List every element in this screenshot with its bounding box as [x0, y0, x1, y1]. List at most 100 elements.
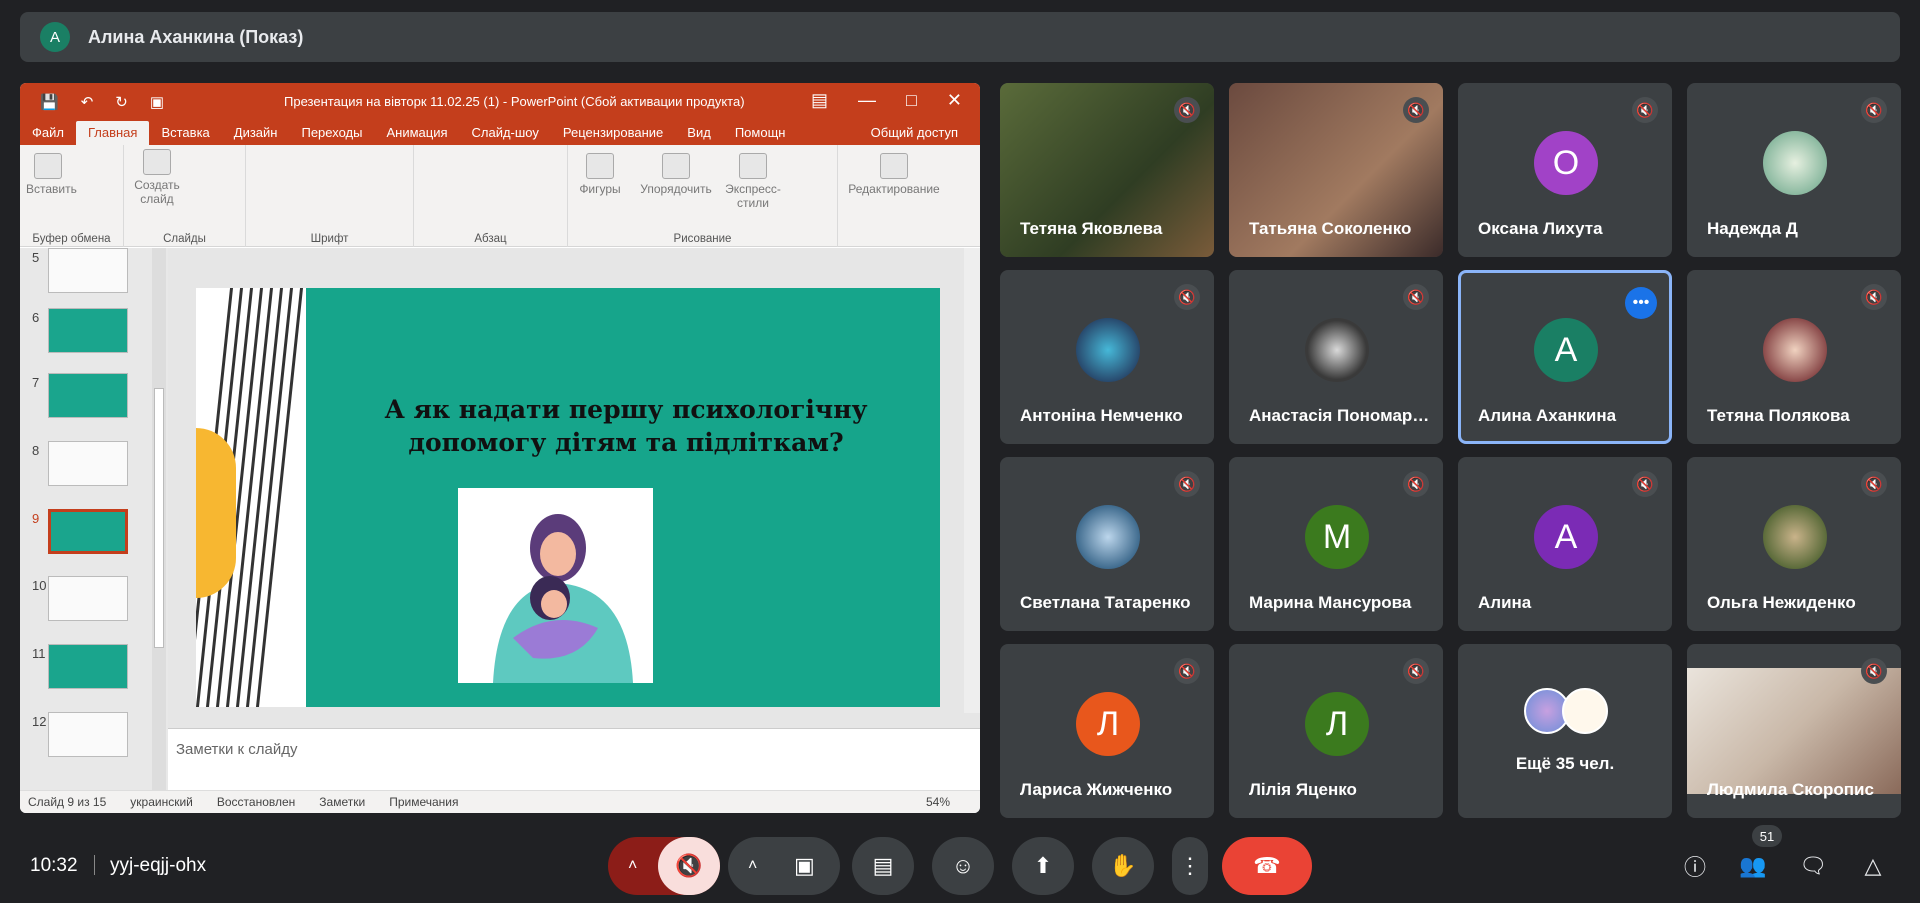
redo-icon[interactable]: ↻ — [115, 93, 128, 111]
avatar — [1076, 318, 1140, 382]
mic-off-icon: 🔇 — [1861, 97, 1887, 123]
ppt-tabs: Файл Главная Вставка Дизайн Переходы Ани… — [20, 121, 980, 145]
editing-button[interactable]: Редактирование — [840, 153, 948, 196]
comments-toggle[interactable]: Примечания — [389, 795, 458, 809]
participant-tile[interactable]: Л 🔇 Лілія Яценко — [1229, 644, 1443, 818]
avatar — [1076, 505, 1140, 569]
arrange-icon — [662, 153, 690, 179]
avatar — [1763, 318, 1827, 382]
present-button[interactable]: ⬆ — [1012, 837, 1074, 895]
express-styles-button[interactable]: Экспресс-стили — [724, 153, 782, 210]
participant-tile[interactable]: 🔇 Тетяна Полякова — [1687, 270, 1901, 444]
avatar — [1305, 318, 1369, 382]
maximize-icon[interactable]: □ — [906, 90, 917, 111]
present-icon: ⬆ — [1033, 853, 1053, 878]
notes-pane[interactable]: Заметки к слайду — [168, 728, 980, 790]
mic-off-icon: 🔇 — [1861, 284, 1887, 310]
activities-icon[interactable]: △ — [1856, 849, 1890, 883]
tab-slideshow[interactable]: Слайд-шоу — [460, 125, 551, 145]
minimize-icon[interactable]: — — [858, 90, 876, 111]
people-count-badge: 51 — [1752, 825, 1782, 847]
more-options-button[interactable]: ⋮ — [1172, 837, 1208, 895]
restore-ribbon-icon[interactable]: ▤ — [811, 90, 828, 111]
mic-off-icon: 🔇 — [1403, 471, 1429, 497]
ppt-ribbon: Вставить Буфер обмена Создать слайд Слай… — [20, 145, 980, 247]
participant-tile[interactable]: 🔇 Людмила Скоропис — [1687, 644, 1901, 818]
thumbs-scrollbar[interactable] — [152, 248, 166, 790]
presenter-label: Алина Аханкина (Показ) — [88, 26, 304, 47]
chevron-up-icon[interactable]: ˄ — [628, 857, 637, 875]
chat-icon[interactable]: 🗨 — [1796, 849, 1830, 883]
avatar: Л — [1305, 692, 1369, 756]
present-icon[interactable]: ▣ — [150, 93, 164, 111]
avatar: А — [1534, 505, 1598, 569]
tab-animation[interactable]: Анимация — [374, 125, 459, 145]
tab-design[interactable]: Дизайн — [222, 125, 290, 145]
undo-icon[interactable]: ↶ — [81, 93, 94, 111]
participant-tile[interactable]: 🔇 Ольга Нежиденко — [1687, 457, 1901, 631]
captions-button[interactable]: ▤ — [852, 837, 914, 895]
tab-review[interactable]: Рецензирование — [551, 125, 675, 145]
slide-thumb[interactable] — [48, 373, 128, 418]
zoom-level[interactable]: 54% — [926, 795, 950, 809]
group-drawing: Фигуры Упорядочить Экспресс-стили Рисова… — [568, 145, 838, 247]
info-icon[interactable]: ⓘ — [1678, 849, 1712, 883]
arrange-button[interactable]: Упорядочить — [634, 153, 718, 196]
tab-help[interactable]: Помощн — [723, 125, 798, 145]
current-slide[interactable]: А як надати першу психологічну допомогу … — [196, 288, 940, 707]
mic-off-button[interactable]: 🔇 — [658, 837, 720, 895]
slide-thumb[interactable] — [48, 308, 128, 353]
slide-thumb[interactable] — [48, 712, 128, 757]
slide-title: А як надати першу психологічну допомогу … — [384, 395, 868, 457]
group-slides: Создать слайд Слайды — [124, 145, 246, 247]
participant-tile[interactable]: 🔇 Татьяна Соколенко — [1229, 83, 1443, 257]
participant-tile[interactable]: М 🔇 Марина Мансурова — [1229, 457, 1443, 631]
paste-button[interactable]: Вставить — [26, 153, 77, 196]
avatar: А — [1534, 318, 1598, 382]
participant-tile[interactable]: А 🔇 Алина — [1458, 457, 1672, 631]
new-slide-button[interactable]: Создать слайд — [130, 149, 184, 206]
slide-thumb[interactable] — [48, 248, 128, 293]
tab-transitions[interactable]: Переходы — [289, 125, 374, 145]
participant-tile-selected[interactable]: А ••• Алина Аханкина — [1458, 270, 1672, 444]
hand-icon: ✋ — [1109, 853, 1137, 878]
slide-thumb[interactable] — [48, 441, 128, 486]
chevron-up-icon[interactable]: ˄ — [748, 857, 757, 875]
shapes-icon — [586, 153, 614, 179]
slide-thumb[interactable] — [48, 576, 128, 621]
editor-scrollbar[interactable] — [964, 248, 980, 713]
slide-thumb[interactable] — [48, 644, 128, 689]
participant-tile[interactable]: 🔇 Антоніна Немченко — [1000, 270, 1214, 444]
participant-tile[interactable]: 🔇 Светлана Татаренко — [1000, 457, 1214, 631]
mic-off-icon: 🔇 — [1403, 97, 1429, 123]
language-indicator[interactable]: украинский — [130, 795, 193, 809]
reactions-button[interactable]: ☺ — [932, 837, 994, 895]
slide-yellow-shape — [196, 428, 236, 598]
mic-off-icon: 🔇 — [1861, 471, 1887, 497]
ppt-titlebar: 💾 ↶ ↻ ▣ Презентация на вівторк 11.02.25 … — [20, 83, 980, 121]
save-icon[interactable]: 💾 — [40, 93, 59, 111]
recovered-indicator: Восстановлен — [216, 795, 296, 809]
participant-tile[interactable]: О 🔇 Оксана Лихута — [1458, 83, 1672, 257]
people-icon[interactable]: 👥 — [1736, 849, 1770, 883]
leave-call-button[interactable]: ☎ — [1222, 837, 1312, 895]
tab-file[interactable]: Файл — [20, 125, 76, 145]
close-icon[interactable]: ✕ — [947, 90, 962, 111]
tab-insert[interactable]: Вставка — [149, 125, 221, 145]
tab-home[interactable]: Главная — [75, 121, 150, 145]
presenter-banner: А Алина Аханкина (Показ) — [20, 12, 1900, 62]
more-options-icon[interactable]: ••• — [1625, 287, 1657, 319]
camera-icon[interactable]: ▣ — [794, 853, 815, 879]
more-participants-tile[interactable]: Ещё 35 чел. — [1458, 644, 1672, 818]
raise-hand-button[interactable]: ✋ — [1092, 837, 1154, 895]
slide-thumb-active[interactable] — [48, 509, 128, 554]
shapes-button[interactable]: Фигуры — [572, 153, 628, 196]
participant-tile[interactable]: 🔇 Тетяна Яковлева — [1000, 83, 1214, 257]
notes-toggle[interactable]: Заметки — [319, 795, 365, 809]
slide-editor: А як надати першу психологічну допомогу … — [168, 248, 980, 790]
tab-view[interactable]: Вид — [675, 125, 723, 145]
participant-tile[interactable]: Л 🔇 Лариса Жижченко — [1000, 644, 1214, 818]
participant-tile[interactable]: 🔇 Анастасія Пономаренко — [1229, 270, 1443, 444]
participant-tile[interactable]: 🔇 Надежда Д — [1687, 83, 1901, 257]
share-button[interactable]: Общий доступ — [859, 125, 970, 145]
